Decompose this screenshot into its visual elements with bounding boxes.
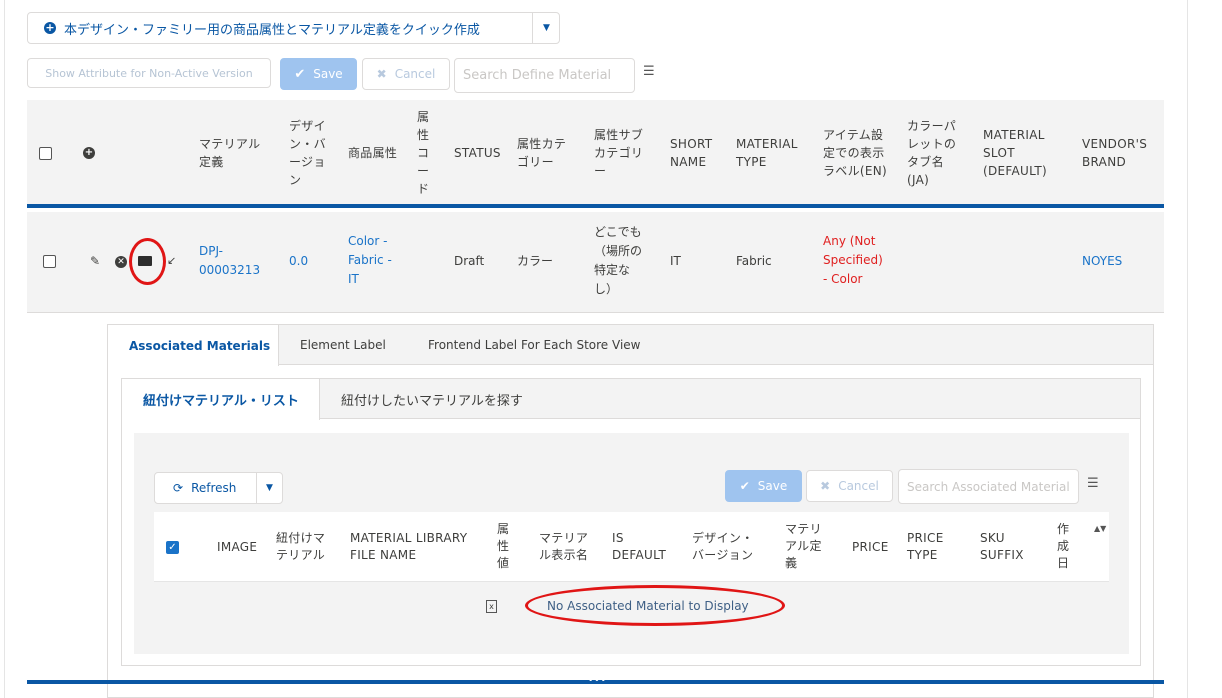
empty-file-icon: x [486,600,497,613]
header-palette-tab-ja[interactable]: カラーパ レットの タブ名 (JA) [907,117,956,189]
header-short-name[interactable]: SHORT NAME [670,135,712,171]
header-attr-value[interactable]: 属性値 [497,521,509,572]
subtab-linked-list[interactable]: 紐付けマテリアル・リスト [122,379,320,420]
search-define-material-input[interactable] [454,58,635,93]
edit-pencil-icon[interactable]: ✎ [90,254,100,268]
header-attr-code[interactable]: 属性コード [417,108,429,198]
column-settings-icon[interactable]: ☰ [1087,476,1099,491]
close-icon: ✖ [820,479,831,493]
cancel-label: Cancel [394,67,436,81]
save-label: Save [313,67,343,81]
quick-create-label: 本デザイン・ファミリー用の商品属性とマテリアル定義をクイック作成 [64,22,480,38]
header-price-type[interactable]: PRICE TYPE [907,530,944,564]
plus-circle-icon: + [44,21,56,34]
design-version-link[interactable]: 0.0 [289,252,308,271]
refresh-icon: ⟳ [173,481,184,495]
tab-frontend-label[interactable]: Frontend Label For Each Store View [428,325,640,365]
select-all-checkbox[interactable]: ✓ [166,541,179,554]
search-associated-material-input[interactable] [898,469,1079,504]
refresh-label: Refresh [191,481,237,495]
chevron-down-icon[interactable]: ▼ [257,473,282,503]
save-button[interactable]: ✔ Save [280,58,357,90]
sort-icon[interactable]: ▲▼ [1094,524,1106,533]
short-name-value: IT [670,254,681,268]
header-is-default[interactable]: IS DEFAULT [612,530,666,564]
header-vendor-brand[interactable]: VENDOR'S BRAND [1082,135,1147,171]
close-icon: ✖ [376,67,387,81]
header-material-slot[interactable]: MATERIAL SLOT (DEFAULT) [983,126,1047,180]
save-button[interactable]: ✔ Save [725,470,802,502]
header-design-version[interactable]: デザイン・バージョン [289,117,326,189]
header-price[interactable]: PRICE [852,539,889,556]
header-design-version[interactable]: デザイン・バージョン [692,530,754,564]
tab-element-label[interactable]: Element Label [300,325,386,365]
tab-associated-materials[interactable]: Associated Materials [108,325,279,366]
header-status[interactable]: STATUS [454,144,501,162]
header-library-file[interactable]: MATERIAL LIBRARY FILE NAME [350,530,467,564]
attr-subcategory-value: どこでも （場所の 特定な し） [594,225,643,296]
check-icon: ✔ [739,479,750,493]
subtab-bar: 紐付けマテリアル・リスト 紐付けしたいマテリアルを探す [122,379,1140,420]
attr-category-value: カラー [517,254,554,268]
materials-table-header: ✓ IMAGE 紐付けマ テリアル MATERIAL LIBRARY FILE NA… [154,512,1109,582]
header-display-name[interactable]: マテリア ル表示名 [539,530,588,564]
chevron-down-icon[interactable]: ▼ [533,13,560,43]
annotation-ellipse [525,585,785,626]
cancel-label: Cancel [838,479,879,493]
delete-icon[interactable]: ✕ [115,256,127,268]
cancel-button[interactable]: ✖ Cancel [806,470,893,502]
header-created[interactable]: 作成日 [1057,521,1069,572]
header-image[interactable]: IMAGE [217,539,257,556]
material-def-link[interactable]: DPJ- 00003213 [199,242,260,280]
collapse-arrow-icon[interactable]: ↙ [167,254,176,267]
save-label: Save [757,479,788,493]
item-label-en-value: Any (Not Specified) - Color [823,234,883,286]
status-value: Draft [454,254,485,268]
row-checkbox[interactable] [43,255,56,268]
cancel-button[interactable]: ✖ Cancel [362,58,450,90]
header-material-def[interactable]: マテリアル定義 [785,521,822,572]
header-attr-subcategory[interactable]: 属性サブ カテゴリー [594,126,643,180]
annotation-circle [129,238,166,285]
header-sku-suffix[interactable]: SKU SUFFIX [980,530,1024,564]
quick-create-button[interactable]: + 本デザイン・ファミリー用の商品属性とマテリアル定義をクイック作成 ▼ [27,12,560,44]
header-linked-material[interactable]: 紐付けマ テリアル [276,530,325,564]
resize-handle-icon[interactable]: ••• [588,676,607,686]
show-non-active-button[interactable]: Show Attribute for Non-Active Version [27,58,271,88]
refresh-button[interactable]: ⟳ Refresh ▼ [154,472,283,504]
detail-panel: Associated Materials Element Label Front… [107,324,1154,698]
material-type-value: Fabric [736,254,772,268]
select-all-checkbox[interactable] [39,147,52,160]
header-material-type[interactable]: MATERIAL TYPE [736,135,798,171]
header-item-label-en[interactable]: アイテム設 定での表示 ラベル(EN) [823,126,887,180]
header-material-def[interactable]: マテリアル定義 [199,135,260,171]
add-row-icon[interactable]: + [83,147,95,159]
header-product-attr[interactable]: 商品属性 [348,144,397,162]
check-icon: ✔ [294,66,306,82]
detail-tab-bar: Associated Materials Element Label Front… [108,325,1153,366]
vendor-brand-link[interactable]: NOYES [1082,252,1122,271]
product-attr-link[interactable]: Color - Fabric - IT [348,232,392,289]
table-header: + マテリアル 定義 デザイ ン・バ ージョン 商品属性 属性コード STATUS 属… [27,100,1164,208]
column-settings-icon[interactable]: ☰ [643,64,655,79]
subtab-find-material[interactable]: 紐付けしたいマテリアルを探す [341,379,523,419]
table-row: ✎ ✕ ↙ DPJ- 00003213 0.0 Color - Fabric - IT… [27,212,1164,313]
header-attr-category[interactable]: 属性カテ ゴリー [517,135,566,171]
